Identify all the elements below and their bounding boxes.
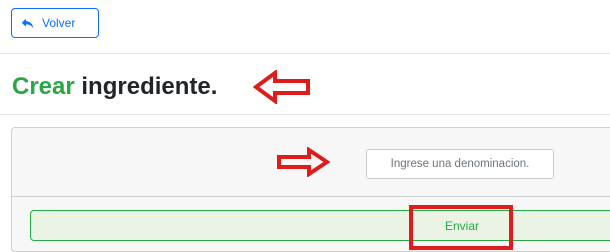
annotation-arrow-left-icon xyxy=(253,70,310,104)
page-title-rest: ingrediente. xyxy=(81,73,218,100)
back-button-label: Volver xyxy=(42,16,76,30)
submit-button-label: Enviar xyxy=(444,218,479,233)
denomination-input[interactable] xyxy=(366,149,554,179)
section-divider xyxy=(0,114,610,115)
reply-arrow-icon xyxy=(21,17,34,30)
page-title-accent: Crear xyxy=(12,73,75,100)
annotation-arrow-right-icon xyxy=(277,147,330,177)
form-card-separator xyxy=(11,196,610,197)
annotation-highlight-box xyxy=(409,205,513,250)
header-divider xyxy=(0,53,610,54)
page-title: Crear ingrediente. xyxy=(12,72,217,102)
back-button[interactable]: Volver xyxy=(11,8,99,38)
